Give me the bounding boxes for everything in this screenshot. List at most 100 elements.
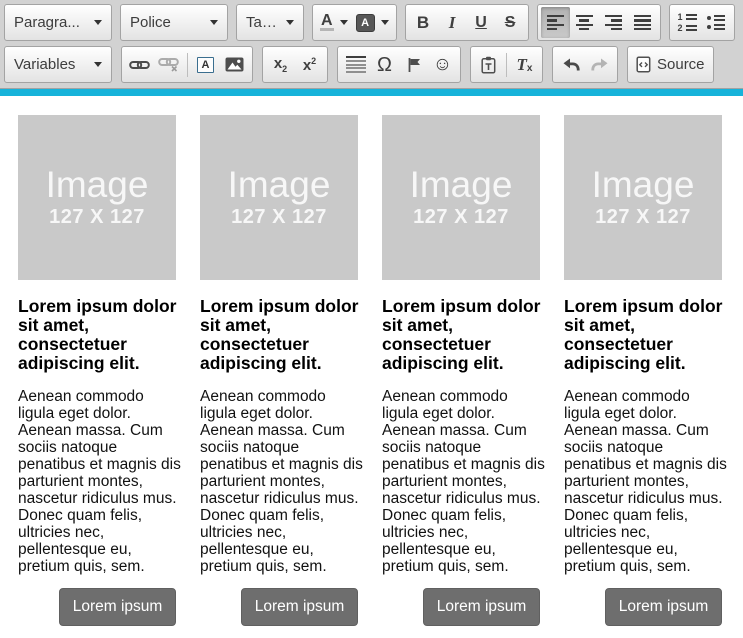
image-placeholder-label: Image <box>410 166 513 205</box>
paste-text-button[interactable] <box>474 49 503 80</box>
image-button[interactable] <box>220 49 249 80</box>
numbered-list-icon: 1 2 <box>677 13 697 32</box>
chevron-down-icon <box>381 20 389 25</box>
justify-button[interactable] <box>628 7 657 38</box>
alignment-group <box>537 4 661 41</box>
editor-content-area[interactable]: Image 127 X 127 Lorem ipsum dolor sit am… <box>0 96 743 626</box>
source-icon <box>636 56 651 73</box>
underline-icon: U <box>475 14 487 32</box>
paste-group: Tx <box>470 46 543 83</box>
chevron-down-icon <box>286 20 294 25</box>
smiley-button[interactable]: ☺ <box>428 49 457 80</box>
flag-icon <box>407 57 421 73</box>
image-placeholder-label: Image <box>228 166 331 205</box>
align-center-icon <box>576 15 593 31</box>
undo-icon <box>562 58 580 71</box>
lorem-ipsum-button[interactable]: Lorem ipsum <box>59 588 176 626</box>
content-column-2: Image 127 X 127 Lorem ipsum dolor sit am… <box>200 115 364 626</box>
lorem-ipsum-button[interactable]: Lorem ipsum <box>241 588 358 626</box>
placeholder-icon: A <box>197 57 215 73</box>
background-color-button[interactable]: A <box>352 7 393 38</box>
link-group: A <box>121 46 253 83</box>
column-body-text: Aenean commodo ligula eget dolor. Aenean… <box>18 388 182 575</box>
image-placeholder[interactable]: Image 127 X 127 <box>18 115 176 280</box>
placeholder-button[interactable]: A <box>191 49 220 80</box>
remove-format-button[interactable]: Tx <box>510 49 539 80</box>
image-placeholder[interactable]: Image 127 X 127 <box>564 115 722 280</box>
content-column-4: Image 127 X 127 Lorem ipsum dolor sit am… <box>564 115 728 626</box>
paragraph-format-label: Paragra... <box>14 14 80 31</box>
editor-toolbar: Paragra... Police Taille A A B I U S <box>0 0 743 88</box>
toolbar-separator <box>506 53 507 77</box>
bulleted-list-icon <box>707 15 725 29</box>
toolbar-separator <box>187 53 188 77</box>
image-icon <box>225 57 244 72</box>
italic-button[interactable]: I <box>438 7 467 38</box>
subscript-button[interactable]: x2 <box>266 49 295 80</box>
column-heading: Lorem ipsum dolor sit amet, consectetuer… <box>564 297 728 373</box>
image-placeholder-size: 127 X 127 <box>231 206 327 229</box>
size-dropdown[interactable]: Taille <box>236 4 304 41</box>
chevron-down-icon <box>94 20 102 25</box>
font-dropdown[interactable]: Police <box>120 4 228 41</box>
basic-styles-group: B I U S <box>405 4 529 41</box>
italic-icon: I <box>449 13 456 33</box>
chevron-down-icon <box>210 20 218 25</box>
column-heading: Lorem ipsum dolor sit amet, consectetuer… <box>200 297 364 373</box>
chevron-down-icon <box>94 62 102 67</box>
column-heading: Lorem ipsum dolor sit amet, consectetuer… <box>18 297 182 373</box>
toolbar-row-1: Paragra... Police Taille A A B I U S <box>4 4 739 41</box>
horizontal-rule-button[interactable] <box>341 49 370 80</box>
image-placeholder[interactable]: Image 127 X 127 <box>200 115 358 280</box>
strikethrough-button[interactable]: S <box>496 7 525 38</box>
anchor-button[interactable] <box>399 49 428 80</box>
remove-format-icon: Tx <box>517 56 533 73</box>
align-right-button[interactable] <box>599 7 628 38</box>
column-body-text: Aenean commodo ligula eget dolor. Aenean… <box>382 388 546 575</box>
lorem-ipsum-button[interactable]: Lorem ipsum <box>605 588 722 626</box>
special-char-button[interactable]: Ω <box>370 49 399 80</box>
superscript-button[interactable]: x2 <box>295 49 324 80</box>
unlink-button[interactable] <box>154 49 184 80</box>
background-color-icon: A <box>356 14 375 32</box>
align-left-icon <box>547 15 564 31</box>
align-right-icon <box>605 15 622 31</box>
variables-label: Variables <box>14 56 75 73</box>
chevron-down-icon <box>340 20 348 25</box>
size-label: Taille <box>246 14 280 31</box>
source-button[interactable]: Source <box>627 46 714 83</box>
lorem-ipsum-button[interactable]: Lorem ipsum <box>423 588 540 626</box>
column-heading: Lorem ipsum dolor sit amet, consectetuer… <box>382 297 546 373</box>
bold-button[interactable]: B <box>409 7 438 38</box>
bold-icon: B <box>417 13 429 33</box>
content-column-3: Image 127 X 127 Lorem ipsum dolor sit am… <box>382 115 546 626</box>
text-color-icon: A <box>320 14 334 31</box>
subsup-group: x2 x2 <box>262 46 328 83</box>
horizontal-rule-icon <box>346 56 366 72</box>
bulleted-list-button[interactable] <box>702 7 731 38</box>
content-column-1: Image 127 X 127 Lorem ipsum dolor sit am… <box>18 115 182 626</box>
paragraph-format-dropdown[interactable]: Paragra... <box>4 4 112 41</box>
toolbar-row-2: Variables A <box>4 46 739 83</box>
align-center-button[interactable] <box>570 7 599 38</box>
text-color-button[interactable]: A <box>316 7 352 38</box>
variables-dropdown[interactable]: Variables <box>4 46 112 83</box>
special-char-icon: Ω <box>377 55 392 75</box>
link-icon <box>129 59 150 71</box>
list-group: 1 2 <box>669 4 735 41</box>
paste-text-icon <box>480 56 497 74</box>
redo-icon <box>591 58 609 71</box>
image-placeholder[interactable]: Image 127 X 127 <box>382 115 540 280</box>
underline-button[interactable]: U <box>467 7 496 38</box>
column-body-text: Aenean commodo ligula eget dolor. Aenean… <box>564 388 728 575</box>
align-left-button[interactable] <box>541 7 570 38</box>
image-placeholder-label: Image <box>592 166 695 205</box>
superscript-icon: x2 <box>303 57 316 73</box>
undo-button[interactable] <box>556 49 585 80</box>
link-button[interactable] <box>125 49 154 80</box>
justify-icon <box>634 15 651 31</box>
editor-accent-bar <box>0 89 743 96</box>
numbered-list-button[interactable]: 1 2 <box>673 7 702 38</box>
redo-button[interactable] <box>585 49 614 80</box>
source-label: Source <box>657 56 705 73</box>
